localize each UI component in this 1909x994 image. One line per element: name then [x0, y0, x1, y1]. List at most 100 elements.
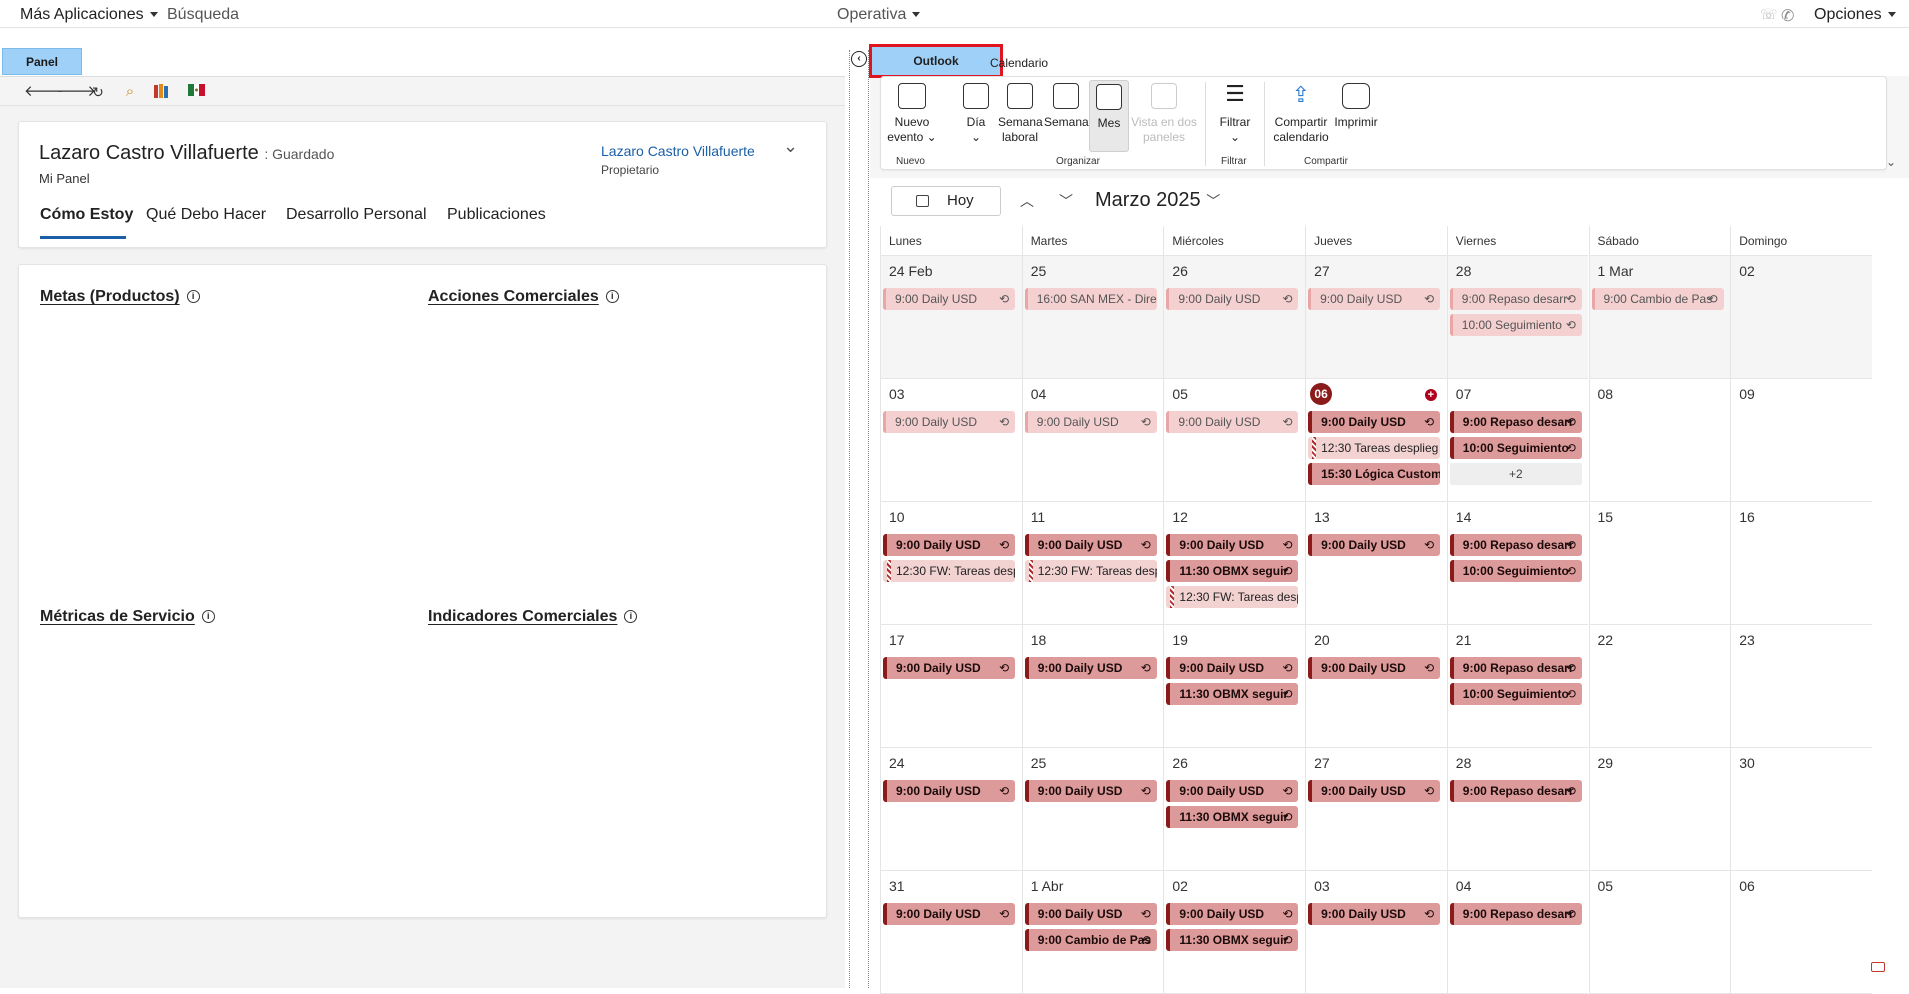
calendar-event[interactable]: 12:30 FW: Tareas desp: [1024, 560, 1157, 582]
back-arrow-icon[interactable]: 🡐: [24, 84, 64, 100]
calendar-event[interactable]: 9:00 Daily USD ⟲: [883, 288, 1015, 310]
day-cell[interactable]: 02 9:00 Daily USD ⟲ 11:30 OBMX seguir ⟲: [1163, 871, 1306, 994]
day-cell[interactable]: 22: [1588, 625, 1731, 748]
calendar-event[interactable]: 9:00 Cambio de Pas ⟲: [1591, 288, 1724, 310]
tab-como-estoy[interactable]: Cómo Estoy: [40, 206, 133, 224]
calendar-event[interactable]: 10:00 Seguimiento ⟲: [1449, 437, 1582, 459]
day-cell[interactable]: 12 9:00 Daily USD ⟲ 11:30 OBMX seguir ⟲ 12:30…: [1163, 502, 1306, 625]
calendar-event[interactable]: 9:00 Daily USD ⟲: [1024, 534, 1157, 556]
status-icon[interactable]: [1871, 962, 1885, 972]
day-cell[interactable]: 30: [1730, 748, 1872, 871]
forward-arrow-icon[interactable]: 🡒: [56, 84, 96, 100]
options-menu[interactable]: Opciones: [1814, 6, 1896, 24]
next-month-icon[interactable]: ﹀: [1059, 191, 1073, 211]
calendar-event[interactable]: 9:00 Daily USD ⟲: [1308, 903, 1441, 925]
calendar-event[interactable]: 9:00 Cambio de Pas ⟲: [1024, 929, 1157, 951]
day-cell[interactable]: 11 9:00 Daily USD ⟲ 12:30 FW: Tareas desp: [1021, 502, 1164, 625]
tab-publicaciones[interactable]: Publicaciones: [447, 206, 546, 224]
day-cell[interactable]: 25 9:00 Daily USD ⟲: [1021, 748, 1164, 871]
day-cell[interactable]: 10 9:00 Daily USD ⟲ 12:30 FW: Tareas desp: [880, 502, 1022, 625]
calendar-event[interactable]: 9:00 Repaso desarr ⟲: [1449, 657, 1582, 679]
calendar-event[interactable]: 9:00 Repaso desarr ⟲: [1449, 288, 1582, 310]
day-cell[interactable]: 1 Mar 9:00 Cambio de Pas ⟲: [1588, 256, 1731, 379]
day-cell[interactable]: 20 9:00 Daily USD ⟲: [1305, 625, 1447, 748]
day-cell[interactable]: 25 16:00 SAN MEX - Direc: [1021, 256, 1164, 379]
day-cell[interactable]: 27 9:00 Daily USD ⟲: [1305, 256, 1447, 379]
work-week-view-button[interactable]: Semana laboral: [998, 83, 1043, 145]
refresh-icon[interactable]: ↻: [89, 84, 107, 100]
search-magnifier-icon[interactable]: ⌕: [121, 84, 139, 100]
calendar-event[interactable]: 9:00 Daily USD ⟲: [883, 780, 1015, 802]
calendar-event[interactable]: 9:00 Daily USD ⟲: [1166, 288, 1299, 310]
calendar-event[interactable]: 11:30 OBMX seguir ⟲: [1166, 806, 1299, 828]
calendar-event[interactable]: 11:30 OBMX seguir ⟲: [1166, 560, 1299, 582]
calendar-event[interactable]: 9:00 Daily USD ⟲: [883, 903, 1015, 925]
calendar-event[interactable]: 9:00 Repaso desarr ⟲: [1449, 903, 1582, 925]
calendar-event[interactable]: 9:00 Daily USD ⟲: [1308, 411, 1441, 433]
calendar-event[interactable]: 9:00 Daily USD ⟲: [1308, 534, 1441, 556]
day-cell[interactable]: 19 9:00 Daily USD ⟲ 11:30 OBMX seguir ⟲: [1163, 625, 1306, 748]
calendar-event[interactable]: 9:00 Daily USD ⟲: [1024, 780, 1157, 802]
calendar-event[interactable]: 9:00 Daily USD ⟲: [1166, 903, 1299, 925]
print-button[interactable]: Imprimir: [1332, 83, 1380, 130]
calendar-event[interactable]: 15:30 Lógica Custom F: [1308, 463, 1441, 485]
calendar-event[interactable]: 9:00 Daily USD ⟲: [1308, 780, 1441, 802]
workspace-menu[interactable]: Operativa: [837, 6, 921, 24]
mexico-flag-icon[interactable]: [187, 84, 205, 100]
day-cell[interactable]: 09: [1730, 379, 1872, 502]
month-title[interactable]: Marzo 2025 ﹀: [1095, 189, 1220, 212]
today-button[interactable]: Hoy: [891, 186, 1001, 216]
calendar-event[interactable]: 10:00 Seguimiento ⟲: [1449, 683, 1582, 705]
calendar-event[interactable]: 9:00 Daily USD ⟲: [883, 411, 1015, 433]
day-cell[interactable]: 26 9:00 Daily USD ⟲: [1163, 256, 1306, 379]
day-cell[interactable]: 04 9:00 Repaso desarr ⟲: [1446, 871, 1589, 994]
day-cell[interactable]: 15: [1588, 502, 1731, 625]
more-events-button[interactable]: +2: [1449, 463, 1582, 485]
tab-outlook[interactable]: Outlook: [869, 44, 1003, 78]
day-cell[interactable]: 02: [1730, 256, 1872, 379]
day-cell[interactable]: 13 9:00 Daily USD ⟲: [1305, 502, 1447, 625]
day-cell[interactable]: 29: [1588, 748, 1731, 871]
day-view-button[interactable]: Día ⌄: [955, 83, 997, 145]
day-cell[interactable]: 28 9:00 Repaso desarr ⟲ 10:00 Seguimiento ⟲: [1446, 256, 1589, 379]
day-cell[interactable]: 05 9:00 Daily USD ⟲: [1163, 379, 1306, 502]
day-cell[interactable]: 28 9:00 Repaso desarr ⟲: [1446, 748, 1589, 871]
info-icon[interactable]: i: [624, 610, 638, 624]
calendar-event[interactable]: 9:00 Daily USD ⟲: [1166, 534, 1299, 556]
day-cell[interactable]: 24 Feb 9:00 Daily USD ⟲: [880, 256, 1022, 379]
day-cell[interactable]: 18 9:00 Daily USD ⟲: [1021, 625, 1164, 748]
calendar-event[interactable]: 9:00 Repaso desarr ⟲: [1449, 534, 1582, 556]
calendar-event[interactable]: 9:00 Daily USD ⟲: [1024, 903, 1157, 925]
calendar-event[interactable]: 9:00 Repaso desarr ⟲: [1449, 411, 1582, 433]
calendar-event[interactable]: 9:00 Daily USD ⟲: [1166, 411, 1299, 433]
calendar-event[interactable]: 9:00 Daily USD ⟲: [1308, 657, 1441, 679]
day-cell[interactable]: 06: [1730, 871, 1872, 994]
collapse-left-icon[interactable]: ‹: [851, 51, 867, 67]
calendar-event[interactable]: 12:30 Tareas desplieg: [1308, 437, 1441, 459]
day-cell[interactable]: 24 9:00 Daily USD ⟲: [880, 748, 1022, 871]
calendar-event[interactable]: 9:00 Daily USD ⟲: [1308, 288, 1441, 310]
day-cell[interactable]: 21 9:00 Repaso desarr ⟲ 10:00 Seguimiento ⟲: [1446, 625, 1589, 748]
day-cell[interactable]: 14 9:00 Repaso desarr ⟲ 10:00 Seguimiento ⟲: [1446, 502, 1589, 625]
day-cell[interactable]: 06 +9:00 Daily USD ⟲ 12:30 Tareas desplieg 1…: [1305, 379, 1447, 502]
calendar-event[interactable]: 9:00 Daily USD ⟲: [1166, 657, 1299, 679]
month-view-button[interactable]: Mes: [1089, 80, 1129, 152]
owner-link[interactable]: Lazaro Castro Villafuerte: [601, 143, 755, 159]
info-icon[interactable]: i: [201, 610, 215, 624]
tab-que-debo-hacer[interactable]: Qué Debo Hacer: [146, 206, 266, 224]
day-cell[interactable]: 03 9:00 Daily USD ⟲: [880, 379, 1022, 502]
day-cell[interactable]: 31 9:00 Daily USD ⟲: [880, 871, 1022, 994]
tab-panel[interactable]: Panel: [2, 48, 82, 75]
ribbon-expand-chevron-icon[interactable]: ⌄: [1886, 155, 1896, 169]
calendar-event[interactable]: 9:00 Repaso desarr ⟲: [1449, 780, 1582, 802]
day-cell[interactable]: 23: [1730, 625, 1872, 748]
day-cell[interactable]: 07 9:00 Repaso desarr ⟲ 10:00 Seguimiento ⟲ +…: [1446, 379, 1589, 502]
calendar-event[interactable]: 12:30 FW: Tareas desp: [883, 560, 1015, 582]
calendar-event[interactable]: 11:30 OBMX seguir ⟲: [1166, 683, 1299, 705]
panel-splitter[interactable]: [849, 50, 869, 988]
filter-button[interactable]: ☰ Filtrar ⌄: [1213, 83, 1257, 145]
share-calendar-button[interactable]: ⇪ Compartir calendario: [1270, 83, 1332, 145]
day-cell[interactable]: 17 9:00 Daily USD ⟲: [880, 625, 1022, 748]
tab-desarrollo-personal[interactable]: Desarrollo Personal: [286, 206, 427, 224]
calendar-event[interactable]: 9:00 Daily USD ⟲: [883, 534, 1015, 556]
